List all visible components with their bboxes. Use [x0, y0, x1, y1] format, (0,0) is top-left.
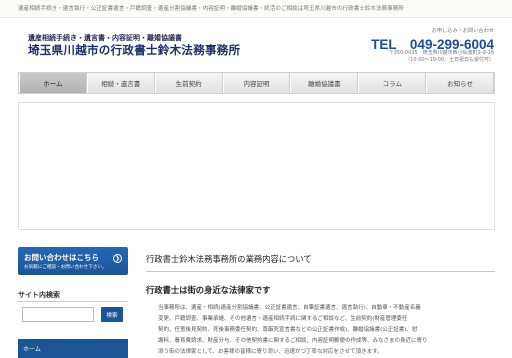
site-search-heading: サイト内検索: [18, 291, 60, 299]
sidebar-item-home[interactable]: ホーム: [18, 339, 128, 358]
cta-subtitle: お気軽にご相談・お問い合わせ下さい。: [24, 265, 107, 270]
paragraph-line: 添う街の法律家として、お客様の皆様に寄り添い、迅速かつ丁寧な対応をさせて頂きます…: [158, 349, 383, 355]
search-button[interactable]: 検索: [101, 307, 123, 322]
nav-item-news[interactable]: お知らせ: [426, 73, 495, 93]
sidebar-item-label: ホーム: [23, 346, 41, 353]
paragraph-line: 契約、任意後見契約、死後事務委任契約、尊厳死宣言書などの公正証書作成)、離婚協議…: [158, 327, 418, 333]
paragraph-line: 変更、戸籍調査、事業承継、その他遺言・遺産相続手続に関するご相談など、生前契約(…: [158, 316, 408, 322]
intro-paragraph: 当事務所は、遺産・相続(遺産分割協議書、公正証書遺言、自筆証書遺言、遺言執行)、…: [158, 303, 493, 358]
top-info-bar: 遺産相続手続き・遺言執行・公正証書遺言・戸籍調査・遺産分割協議書・内容証明・離婚…: [0, 0, 512, 18]
top-info-text: 遺産相続手続き・遺言執行・公正証書遺言・戸籍調査・遺産分割協議書・内容証明・離婚…: [18, 6, 404, 12]
nav-item-divorce-agreement[interactable]: 離婚協議書: [290, 73, 359, 93]
office-hours: （10:00～19:00、土日祝日も受付可）: [405, 57, 494, 63]
paragraph-line: 謝料、養育費請求、財産分与、その他契約書に関するご相談、内容証明郵便の作成等、み…: [158, 338, 428, 344]
nav-item-home[interactable]: ホーム: [19, 73, 87, 93]
global-navigation: ホーム 相続・遺言書 生前契約 内容証明 離婚協議書 コラム お知らせ: [18, 72, 495, 94]
divider: [18, 301, 128, 302]
section-title: 行政書士鈴木法務事務所の業務内容について: [146, 248, 495, 272]
site-logo-title[interactable]: 埼玉県川越市の行政書士鈴木法務事務所: [28, 42, 240, 58]
contact-cta-button[interactable]: お問い合わせはこちら お気軽にご相談・お問い合わせ下さい。 ❯: [18, 247, 128, 275]
hero-image-area: [18, 102, 495, 230]
cta-title: お問い合わせはこちら: [24, 253, 99, 262]
nav-item-inheritance-will[interactable]: 相続・遺言書: [86, 73, 155, 93]
nav-item-column[interactable]: コラム: [358, 73, 427, 93]
nav-item-living-contract[interactable]: 生前契約: [154, 73, 223, 93]
chevron-right-icon: ❯: [113, 254, 122, 263]
paragraph-line: 当事務所は、遺産・相続(遺産分割協議書、公正証書遺言、自筆証書遺言、遺言執行)、…: [158, 305, 421, 311]
nav-item-content-certification[interactable]: 内容証明: [222, 73, 291, 93]
office-address: 〒350-0035 埼玉県川越市西小仙波町2-9-16: [388, 50, 494, 56]
sub-heading: 行政書士は街の身近な法律家です: [146, 285, 271, 295]
search-input[interactable]: [22, 307, 94, 322]
